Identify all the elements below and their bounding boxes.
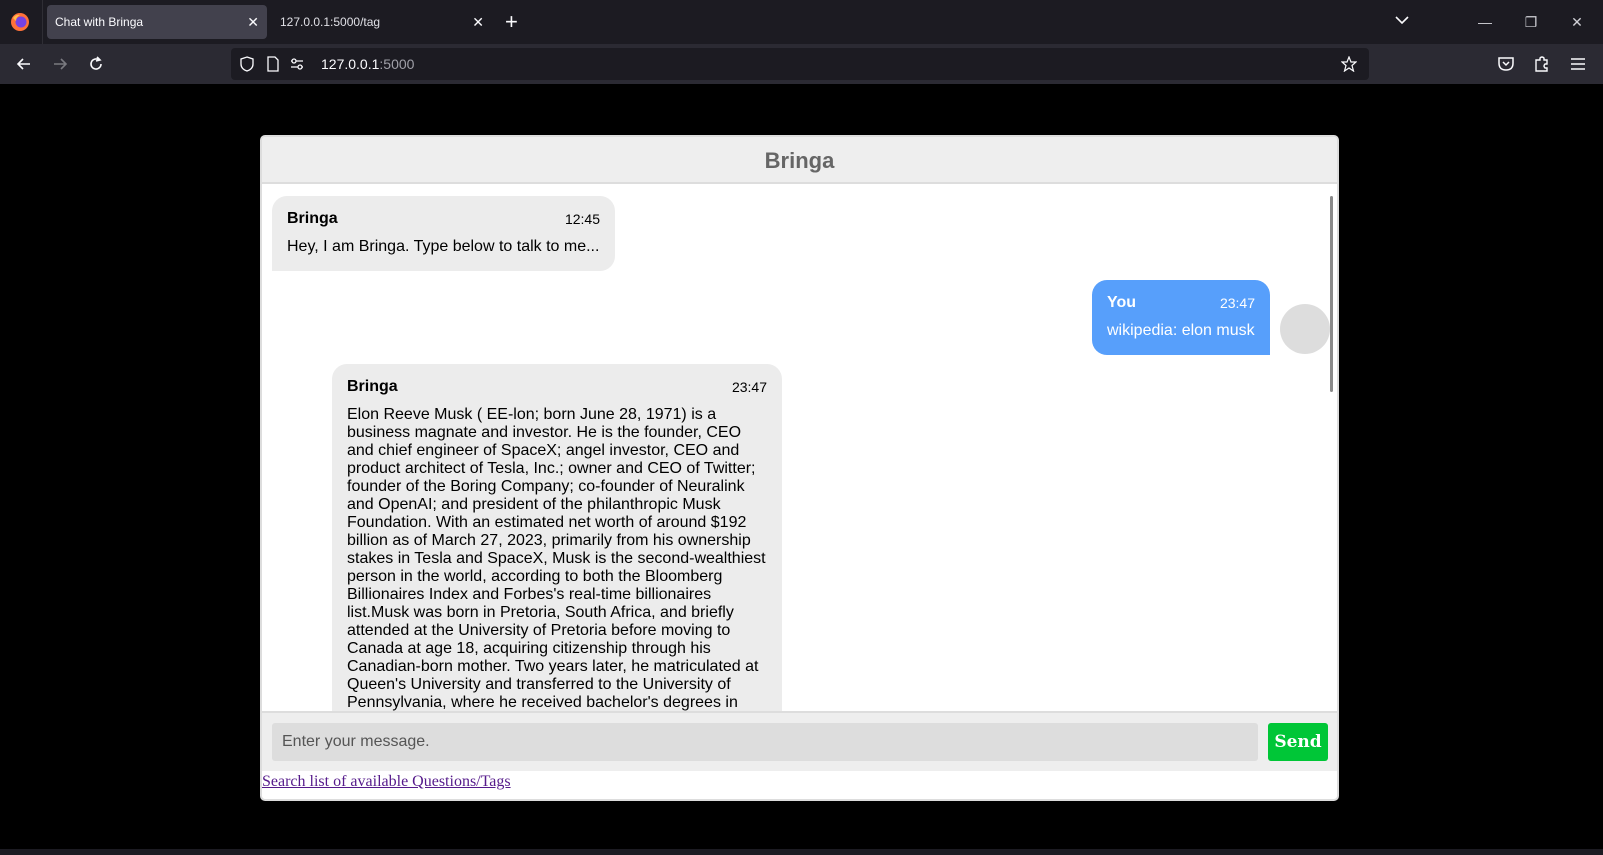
tab-separator xyxy=(42,0,43,44)
bottom-border xyxy=(0,849,1603,855)
message-input-area: Send xyxy=(262,711,1337,771)
scrollbar[interactable] xyxy=(1330,196,1333,392)
restore-icon[interactable]: ❐ xyxy=(1508,8,1554,36)
message-time: 23:47 xyxy=(1219,295,1255,311)
url-bar[interactable]: 127.0.0.1:5000 xyxy=(231,48,1369,80)
page-icon[interactable] xyxy=(265,56,281,72)
list-all-tabs-icon[interactable] xyxy=(1392,10,1412,30)
message-text: Elon Reeve Musk ( EE-lon; born June 28, … xyxy=(347,406,766,711)
tab-chat-with-bringa[interactable]: Chat with Bringa ✕ xyxy=(47,5,267,39)
back-icon[interactable] xyxy=(14,54,34,74)
close-tab-icon[interactable]: ✕ xyxy=(472,5,484,39)
search-tags-link[interactable]: Search list of available Questions/Tags xyxy=(262,773,511,791)
url-port: :5000 xyxy=(379,56,415,72)
user-message: You 23:47 wikipedia: elon musk xyxy=(1092,280,1270,355)
user-avatar xyxy=(1280,304,1330,354)
message-text: Hey, I am Bringa. Type below to talk to … xyxy=(287,238,600,255)
message-sender: You xyxy=(1107,294,1137,311)
tab-tag-page[interactable]: 127.0.0.1:5000/tag ✕ xyxy=(272,5,492,39)
bot-message: Bringa 23:47 Elon Reeve Musk ( EE-lon; b… xyxy=(332,364,782,711)
url-text[interactable]: 127.0.0.1:5000 xyxy=(321,48,414,80)
tab-label: 127.0.0.1:5000/tag xyxy=(280,15,381,29)
chat-window: Bringa Bringa 12:45 Hey, I am Bringa. Ty… xyxy=(260,135,1339,801)
tab-bar: Chat with Bringa ✕ 127.0.0.1:5000/tag ✕ … xyxy=(0,0,1603,44)
message-input[interactable] xyxy=(272,723,1258,761)
shield-icon[interactable] xyxy=(239,56,255,72)
page-viewport: Bringa Bringa 12:45 Hey, I am Bringa. Ty… xyxy=(0,84,1603,855)
message-sender: Bringa xyxy=(347,378,398,395)
close-window-icon[interactable]: ✕ xyxy=(1554,8,1600,36)
bookmark-star-icon[interactable] xyxy=(1341,56,1357,72)
url-host: 127.0.0.1 xyxy=(321,56,380,72)
forward-icon[interactable] xyxy=(50,54,70,74)
message-time: 23:47 xyxy=(731,379,767,395)
send-button[interactable]: Send xyxy=(1268,723,1328,761)
chat-messages[interactable]: Bringa 12:45 Hey, I am Bringa. Type belo… xyxy=(262,184,1337,711)
message-sender: Bringa xyxy=(287,210,338,227)
navigation-bar: 127.0.0.1:5000 xyxy=(0,44,1603,84)
permissions-icon[interactable] xyxy=(289,56,305,72)
firefox-icon[interactable] xyxy=(10,12,30,32)
minimize-icon[interactable]: — xyxy=(1462,8,1508,36)
new-tab-icon[interactable]: + xyxy=(505,8,518,36)
message-time: 12:45 xyxy=(564,211,600,227)
pocket-icon[interactable] xyxy=(1496,54,1516,74)
close-tab-icon[interactable]: ✕ xyxy=(247,5,259,39)
menu-icon[interactable] xyxy=(1568,54,1588,74)
bot-message: Bringa 12:45 Hey, I am Bringa. Type belo… xyxy=(272,196,615,271)
chat-title: Bringa xyxy=(262,137,1337,184)
extensions-icon[interactable] xyxy=(1532,54,1552,74)
message-text: wikipedia: elon musk xyxy=(1107,322,1255,339)
tab-label: Chat with Bringa xyxy=(55,15,144,29)
reload-icon[interactable] xyxy=(86,54,106,74)
